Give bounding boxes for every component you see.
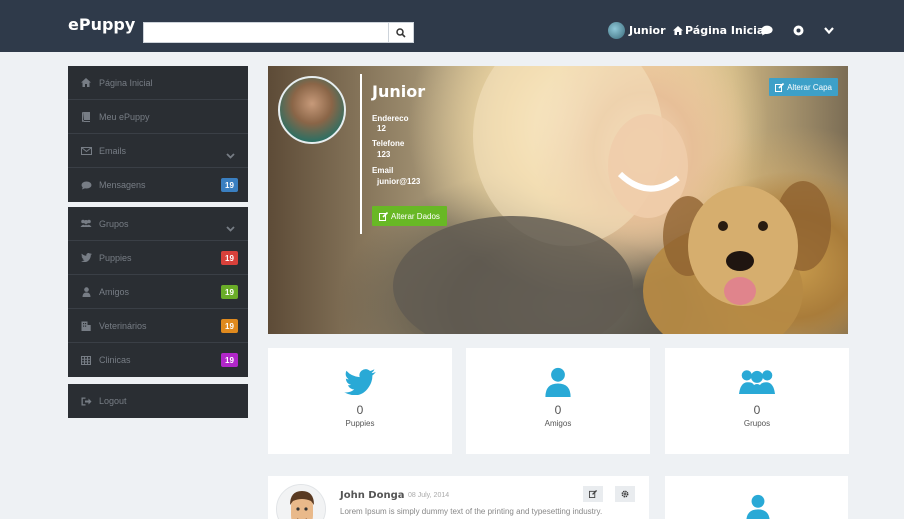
profile-avatar[interactable] [278,76,346,144]
stat-label: Puppies [345,419,375,428]
sidebar-item-label: Veterinários [99,320,147,331]
sidebar-item-amigos[interactable]: Amigos 19 [68,275,248,309]
address-value: 12 [377,124,386,133]
sidebar-item-meu-epuppy[interactable]: Meu ePuppy [68,100,248,134]
search-icon [396,27,406,38]
comment-icon [80,179,92,191]
sidebar-item-label: Puppies [99,252,132,263]
stat-value: 0 [356,403,364,417]
stat-label: Grupos [743,419,771,428]
home-icon [673,26,683,35]
sidebar-item-label: Clinicas [99,355,131,365]
sidebar-item-grupos[interactable]: Grupos [68,207,248,241]
twitter-icon [340,364,380,400]
email-label: Email [372,166,394,175]
sidebar-item-emails[interactable]: Emails [68,134,248,168]
phone-value: 123 [377,150,391,159]
dropdown-button[interactable] [822,23,836,37]
friend-card [665,476,848,519]
edit-data-label: Alterar Dados [391,211,440,221]
user-icon [80,286,92,298]
edit-icon [589,490,597,498]
stat-label: Amigos [544,419,572,428]
building-icon [80,320,92,332]
address-label: Endereco [372,114,409,123]
sidebar-item-clinicas[interactable]: Clinicas 19 [68,343,248,377]
search-input[interactable] [144,23,390,42]
edit-icon [379,211,388,221]
sidebar-logout-menu: Logout [68,384,248,418]
top-navbar: ePuppy Junior Página Inicial [0,0,904,52]
count-badge: 19 [221,285,238,299]
user-avatar [608,22,625,39]
brand-logo[interactable]: ePuppy [68,15,135,34]
sidebar-item-mensagens[interactable]: Mensagens 19 [68,168,248,202]
post-card: John Donga 08 July, 2014 Lorem Ipsum is … [268,476,649,519]
sidebar-item-label: Página Inicial [99,77,153,88]
divider [360,74,362,234]
messages-button[interactable] [760,23,774,37]
avatar-illustration [277,485,325,519]
stat-card-amigos[interactable]: 0 Amigos [466,348,650,454]
user-icon [745,494,771,519]
search-bar [143,22,414,43]
post-date: 08 July, 2014 [408,492,450,499]
chevron-down-icon [824,26,834,34]
post-edit-button[interactable] [583,486,603,502]
nav-home-link[interactable]: Página Inicial [673,24,768,37]
profile-cover: Junior Endereco 12 Telefone 123 Email ju… [268,66,848,334]
gear-icon [621,490,629,498]
post-text: Lorem Ipsum is simply dummy text of the … [340,507,603,516]
email-value: junior@123 [377,177,421,186]
edit-cover-button[interactable]: Alterar Capa [769,78,838,96]
phone-label: Telefone [372,139,405,148]
sidebar-item-label: Meu ePuppy [99,111,150,122]
edit-cover-label: Alterar Capa [787,82,832,92]
user-icon [538,364,578,400]
home-icon [80,77,92,89]
chevron-down-icon [226,146,235,164]
logout-icon [80,395,92,407]
chevron-down-icon [226,219,235,237]
count-badge: 19 [221,178,238,192]
stat-card-puppies[interactable]: 0 Puppies [268,348,452,454]
globe-button[interactable] [791,23,805,37]
count-badge: 19 [221,319,238,333]
stat-value: 0 [554,403,562,417]
edit-data-button[interactable]: Alterar Dados [372,206,447,226]
sidebar-item-label: Logout [99,396,127,406]
comment-icon [761,25,773,35]
sidebar-item-label: Emails [99,145,127,156]
user-name: Junior [629,24,666,37]
nav-home-label: Página Inicial [685,24,769,37]
sidebar-groups-menu: Grupos Puppies 19 Amigos 19 Veterinários… [68,207,248,377]
user-menu[interactable]: Junior [608,22,666,39]
stat-card-grupos[interactable]: 0 Grupos [665,348,849,454]
sidebar-item-veterinarios[interactable]: Veterinários 19 [68,309,248,343]
edit-icon [775,82,785,92]
profile-name: Junior [372,82,426,101]
count-badge: 19 [221,251,238,265]
table-icon [80,354,92,366]
sidebar-item-home[interactable]: Página Inicial [68,66,248,100]
cover-photo [393,66,831,334]
post-settings-button[interactable] [615,486,635,502]
stat-value: 0 [753,403,761,417]
sidebar-item-puppies[interactable]: Puppies 19 [68,241,248,275]
group-icon [80,218,92,230]
post-author-avatar[interactable] [276,484,326,519]
sidebar-item-label: Mensagens [99,180,146,190]
search-button[interactable] [388,23,413,42]
count-badge: 19 [221,353,238,367]
post-author-name[interactable]: John Donga [340,490,405,501]
sidebar-item-label: Amigos [99,286,130,297]
sidebar-item-label: Grupos [99,218,129,229]
book-icon [80,111,92,123]
envelope-icon [80,145,92,157]
sidebar-main-menu: Página Inicial Meu ePuppy Emails Mensage… [68,66,248,202]
twitter-icon [80,252,92,264]
group-icon [737,364,777,400]
sidebar-item-logout[interactable]: Logout [68,384,248,418]
globe-icon [793,25,803,35]
